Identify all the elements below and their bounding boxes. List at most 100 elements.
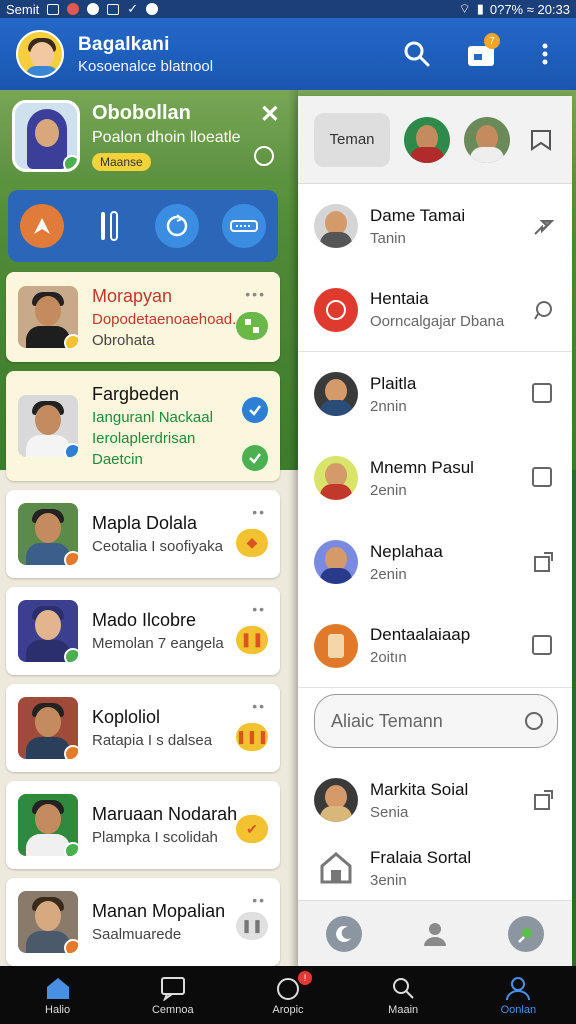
nav-activity[interactable]: ! Aropic — [248, 970, 328, 1016]
close-icon[interactable]: ✕ — [260, 100, 280, 129]
contact-row[interactable]: Markita Soial Senia — [298, 758, 572, 842]
chat-item-3[interactable]: Mado Ilcobre Memolan 7 eangela •• ❚❚ — [6, 587, 280, 675]
chat-action-button[interactable]: ❚❚ — [236, 625, 268, 654]
more-dots-icon[interactable]: ••• — [245, 286, 266, 302]
reaction-icon: ❚❚❚ — [235, 728, 269, 744]
chat-item-4[interactable]: Koploliol Ratapia I s dalsea •• ❚❚❚ — [6, 684, 280, 772]
chat-bubble-icon — [534, 300, 552, 320]
contact-sub: 2enin — [370, 565, 407, 583]
avatar — [18, 395, 78, 457]
quick-action-1[interactable] — [19, 204, 64, 248]
refresh-icon — [166, 214, 187, 237]
header-avatar-2[interactable] — [464, 116, 510, 163]
notification-dot-icon — [67, 3, 80, 15]
contact-name: Fralaia Sortal — [370, 847, 472, 867]
profile-card[interactable]: Obobollan Poalon dhoin lloeatle Maanse ✕ — [6, 94, 288, 184]
inbox-button[interactable]: 7 — [466, 33, 500, 69]
contact-row[interactable]: Dentaalaiaap 2oitın — [298, 604, 572, 688]
edit-icon — [518, 927, 533, 943]
nav-badge: ! — [297, 970, 312, 985]
avatar — [18, 891, 78, 953]
chat-item-2[interactable]: Mapla Dolala Ceotalia I soofiyaka •• ◆ — [6, 490, 280, 578]
profile-button[interactable] — [417, 916, 453, 952]
contact-sub: 2oitın — [370, 649, 407, 666]
bottom-navigation: Halio Cemnoa ! Aropic Maain Oonlan — [0, 966, 576, 1024]
nav-home[interactable]: Halio — [18, 975, 98, 1016]
check-icon: ✓ — [127, 1, 139, 16]
search-friends-input[interactable]: Aliaic Temann — [314, 694, 558, 748]
signal-icon: ▮ — [476, 1, 484, 16]
edit-button[interactable] — [508, 915, 545, 952]
avatar — [18, 286, 78, 348]
nav-label: Aropic — [272, 1003, 304, 1016]
gallery-icon — [107, 3, 120, 15]
nav-chat[interactable]: Cemnoa — [133, 975, 213, 1016]
keyboard-icon — [230, 220, 259, 232]
friends-panel-toolbar — [298, 900, 572, 966]
avatar — [18, 697, 78, 759]
more-dots-icon[interactable]: •• — [252, 698, 266, 714]
nav-profile[interactable]: Oonlan — [478, 975, 558, 1016]
more-dots-icon[interactable]: •• — [252, 601, 266, 617]
profile-chip[interactable]: Maanse — [92, 153, 151, 171]
moon-button[interactable] — [325, 915, 362, 952]
chat-action-button[interactable]: ❚❚ — [236, 912, 268, 941]
utensils-icon — [101, 211, 119, 241]
contact-name: Hentaia — [370, 289, 429, 308]
chat-icon — [160, 976, 185, 1001]
contact-row[interactable]: Mnemn Pasul 2enin — [298, 436, 572, 520]
chat-action-button[interactable]: ✔ — [236, 815, 268, 844]
more-button[interactable] — [530, 39, 560, 69]
quick-action-4[interactable] — [222, 204, 267, 248]
checkbox[interactable] — [532, 383, 552, 403]
chat-item-5[interactable]: Maruaan Nodarah Plampka I scolidah ✔ — [6, 781, 280, 869]
contact-row[interactable]: Dame Tamai Tanin — [298, 184, 572, 268]
quick-action-3[interactable] — [154, 204, 199, 248]
home-icon — [320, 852, 352, 884]
share-icon — [534, 220, 554, 235]
clock-icon[interactable] — [525, 712, 543, 730]
quick-actions-bar — [8, 190, 278, 262]
profile-avatar[interactable] — [12, 100, 80, 172]
tab-teman[interactable]: Teman — [314, 112, 390, 167]
chat-item-0[interactable]: Morapyan Dopodetaenoaehoad. Obrohata ••• — [6, 272, 280, 362]
chat-action-button[interactable]: ❚❚❚ — [235, 722, 269, 751]
chat-item-6[interactable]: Manan Mopalian Saalmuarede •• ❚❚ — [6, 878, 280, 966]
contact-row[interactable]: Neplahaa 2enin — [298, 520, 572, 604]
check-icon[interactable] — [242, 445, 268, 471]
profile-name: Obobollan — [92, 102, 191, 124]
contact-sub: Oorncalgajar Dbana — [370, 313, 505, 330]
contact-name: Dentaalaiaap — [370, 625, 471, 644]
reaction-icon: ◆ — [246, 534, 258, 551]
nav-search[interactable]: Maain — [363, 975, 443, 1016]
quick-action-2[interactable] — [87, 204, 131, 248]
app-avatar — [314, 287, 358, 332]
header-avatar-1[interactable] — [404, 116, 450, 163]
more-dots-icon[interactable]: •• — [252, 892, 266, 908]
app-logo[interactable] — [16, 30, 64, 78]
status-ring-icon[interactable] — [254, 146, 274, 166]
avatar — [314, 778, 358, 822]
battery-time: 0?7% ≈ 20:33 — [489, 1, 570, 17]
panel-divider — [288, 90, 298, 966]
chat-item-1[interactable]: Fargbeden Ianguranl Nackaal Ierolaplerdr… — [6, 371, 280, 481]
search-button[interactable] — [402, 39, 432, 69]
contact-row[interactable]: Fralaia Sortal 3enin — [298, 836, 572, 900]
chat-action-button[interactable] — [236, 312, 268, 340]
contact-row[interactable]: Hentaia Oorncalgajar Dbana — [298, 268, 572, 352]
checkbox[interactable] — [532, 634, 552, 655]
share-box-icon — [534, 552, 553, 572]
reaction-icon: ❚❚ — [240, 631, 264, 648]
moon-icon — [335, 925, 351, 942]
more-dots-icon[interactable]: •• — [252, 504, 266, 520]
avatar — [18, 503, 78, 565]
spotify-icon — [87, 3, 100, 15]
contact-row[interactable]: Plaitla 2nnin — [298, 352, 572, 436]
contact-sub: 2nnin — [370, 397, 407, 415]
checkbox[interactable] — [532, 467, 552, 487]
avatar — [314, 623, 358, 668]
chat-action-button[interactable]: ◆ — [236, 528, 268, 557]
avatar — [314, 372, 358, 416]
contact-sub: 3enin — [370, 871, 407, 889]
app-subtitle: Kosoenalce blatnool — [78, 57, 214, 75]
